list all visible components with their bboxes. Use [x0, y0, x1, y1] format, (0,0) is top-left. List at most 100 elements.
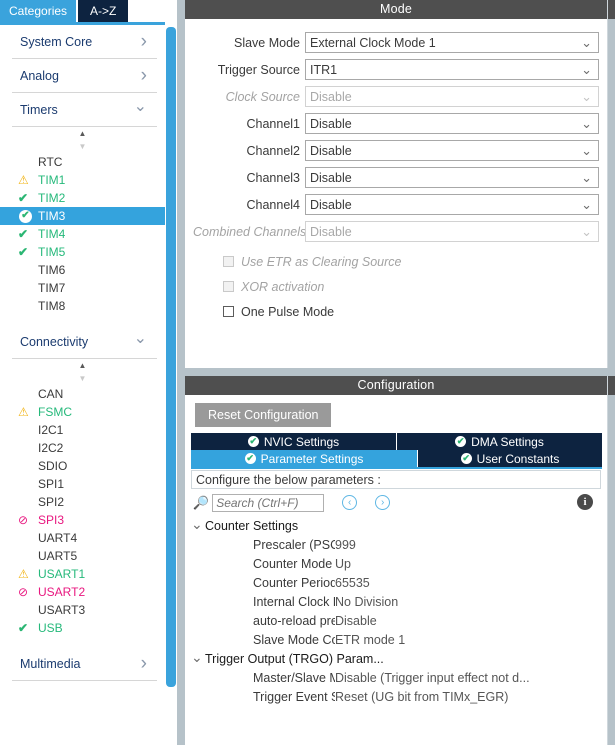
status-none-icon	[18, 603, 36, 617]
param-group-label: Counter Settings	[205, 518, 299, 533]
param-value[interactable]: Up	[335, 557, 607, 571]
connectivity-item-sdio[interactable]: SDIO	[0, 457, 165, 475]
peripheral-label: RTC	[38, 155, 63, 169]
param-row[interactable]: Master/Slave Mode (M...Disable (Trigger …	[185, 668, 607, 687]
connectivity-item-fsmc[interactable]: ⚠ FSMC	[0, 403, 165, 421]
connectivity-item-i2c1[interactable]: I2C1	[0, 421, 165, 439]
spinner-up-icon[interactable]: ▲	[79, 361, 87, 369]
category-system-core[interactable]: System Core	[12, 25, 157, 59]
mode-row-slave-mode: Slave Mode External Clock Mode 1 ⌄	[193, 29, 599, 56]
connectivity-item-usart1[interactable]: ⚠ USART1	[0, 565, 165, 583]
timer-item-tim8[interactable]: TIM8	[0, 297, 165, 315]
search-next-button[interactable]: ›	[375, 495, 391, 510]
tab-categories[interactable]: Categories	[0, 0, 77, 22]
mode-combo-clock-source: Disable ⌄	[305, 86, 599, 107]
warning-icon: ⚠	[18, 405, 29, 419]
param-group-trigger-output-trgo-param-[interactable]: ⌄ Trigger Output (TRGO) Param...	[185, 649, 607, 668]
param-value[interactable]: Disable	[335, 614, 607, 628]
tab-parameter-settings[interactable]: ✔ Parameter Settings	[191, 450, 418, 467]
timer-item-rtc[interactable]: RTC	[0, 153, 165, 171]
timers-scroll-spinner-down[interactable]: ▼	[0, 140, 165, 153]
spinner-down-icon[interactable]: ▼	[79, 374, 87, 382]
search-prev-button[interactable]: ‹	[342, 495, 358, 510]
connectivity-item-uart4[interactable]: UART4	[0, 529, 165, 547]
param-value[interactable]: 999	[335, 538, 607, 552]
tab-nvic-settings[interactable]: ✔ NVIC Settings	[191, 433, 396, 450]
timer-item-tim5[interactable]: ✔ TIM5	[0, 243, 165, 261]
checkbox-icon	[223, 281, 234, 292]
connectivity-item-usart2[interactable]: ⊘ USART2	[0, 583, 165, 601]
connectivity-item-spi3[interactable]: ⊘ SPI3	[0, 511, 165, 529]
param-row[interactable]: auto-reload preloadDisable	[185, 611, 607, 630]
panel-divider	[185, 368, 615, 376]
peripheral-label: TIM6	[38, 263, 66, 277]
connectivity-item-i2c2[interactable]: I2C2	[0, 439, 165, 457]
category-timers[interactable]: Timers	[12, 93, 157, 127]
peripheral-label: TIM1	[38, 173, 66, 187]
param-row[interactable]: Internal Clock Division...No Division	[185, 592, 607, 611]
tab-user-constants[interactable]: ✔ User Constants	[417, 450, 602, 467]
tab-a-to-z[interactable]: A->Z	[78, 0, 129, 22]
timers-list: RTC ⚠ TIM1 ✔ TIM2 ✔ TIM3 ✔ TIM4 ✔ TIM5 TIM6 TIM7 TIM8	[0, 153, 165, 315]
mode-combo-channel3[interactable]: Disable ⌄	[305, 167, 599, 188]
timer-item-tim7[interactable]: TIM7	[0, 279, 165, 297]
mode-combo-slave-mode[interactable]: External Clock Mode 1 ⌄	[305, 32, 599, 53]
mode-combo-channel4[interactable]: Disable ⌄	[305, 194, 599, 215]
connectivity-item-usart3[interactable]: USART3	[0, 601, 165, 619]
mode-checkbox-one-pulse-mode[interactable]: One Pulse Mode	[193, 299, 599, 324]
connectivity-item-spi1[interactable]: SPI1	[0, 475, 165, 493]
peripheral-label: USART2	[38, 585, 86, 599]
peripheral-label: TIM7	[38, 281, 66, 295]
param-row[interactable]: Trigger Event SelectionReset (UG bit fro…	[185, 687, 607, 706]
timer-item-tim1[interactable]: ⚠ TIM1	[0, 171, 165, 189]
connectivity-item-usb[interactable]: ✔ USB	[0, 619, 165, 637]
search-input[interactable]	[212, 493, 325, 512]
chevron-down-icon[interactable]: ⌄	[191, 517, 205, 531]
info-icon[interactable]: i	[577, 494, 593, 510]
connectivity-scroll-spinner[interactable]: ▲	[0, 359, 165, 372]
param-value[interactable]: No Division	[335, 595, 607, 609]
reset-configuration-button[interactable]: Reset Configuration	[195, 403, 332, 427]
timer-item-tim6[interactable]: TIM6	[0, 261, 165, 279]
tab-label: NVIC Settings	[263, 434, 340, 449]
timers-scroll-spinner[interactable]: ▲	[0, 127, 165, 140]
param-row[interactable]: Prescaler (PSC - 16 bi...999	[185, 535, 607, 554]
param-value[interactable]: ETR mode 1	[335, 633, 607, 647]
peripheral-label: USB	[38, 621, 63, 635]
spinner-up-icon[interactable]: ▲	[79, 129, 87, 137]
chevron-down-icon	[134, 334, 147, 350]
tab-dma-settings[interactable]: ✔ DMA Settings	[396, 433, 602, 450]
connectivity-item-spi2[interactable]: SPI2	[0, 493, 165, 511]
param-value[interactable]: Disable (Trigger input effect not d...	[335, 671, 607, 685]
peripheral-label: SDIO	[38, 459, 68, 473]
connectivity-item-uart5[interactable]: UART5	[0, 547, 165, 565]
category-multimedia[interactable]: Multimedia	[12, 647, 157, 681]
param-group-counter-settings[interactable]: ⌄ Counter Settings	[185, 516, 607, 535]
spinner-down-icon[interactable]: ▼	[79, 142, 87, 150]
mode-combo-channel1[interactable]: Disable ⌄	[305, 113, 599, 134]
status-none-icon	[18, 155, 36, 169]
param-value[interactable]: 65535	[335, 576, 607, 590]
mode-combo-trigger-source[interactable]: ITR1 ⌄	[305, 59, 599, 80]
configuration-tabs-underline	[191, 467, 602, 469]
checkbox-icon[interactable]	[223, 306, 234, 317]
timer-item-tim3[interactable]: ✔ TIM3	[0, 207, 165, 225]
param-row[interactable]: Slave Mode ControllerETR mode 1	[185, 630, 607, 649]
chevron-down-icon[interactable]: ⌄	[191, 650, 205, 664]
mode-combo-channel2[interactable]: Disable ⌄	[305, 140, 599, 161]
connectivity-item-can[interactable]: CAN	[0, 385, 165, 403]
connectivity-scroll-spinner-down[interactable]: ▼	[0, 372, 165, 385]
param-row[interactable]: Counter Mode Up	[185, 554, 607, 573]
category-connectivity[interactable]: Connectivity	[12, 325, 157, 359]
mode-row-label: Slave Mode	[233, 35, 300, 50]
param-row[interactable]: Counter Period (AutoR...65535	[185, 573, 607, 592]
sidebar-scrollbar-thumb[interactable]	[166, 27, 176, 687]
mode-title-corner	[608, 0, 615, 19]
blocked-icon: ⊘	[18, 513, 29, 527]
peripheral-label: CAN	[38, 387, 64, 401]
timer-item-tim2[interactable]: ✔ TIM2	[0, 189, 165, 207]
timer-item-tim4[interactable]: ✔ TIM4	[0, 225, 165, 243]
category-analog[interactable]: Analog	[12, 59, 157, 93]
param-value[interactable]: Reset (UG bit from TIMx_EGR)	[335, 690, 607, 704]
mode-row-combined-channels: Combined Channels Disable ⌄	[193, 218, 599, 245]
